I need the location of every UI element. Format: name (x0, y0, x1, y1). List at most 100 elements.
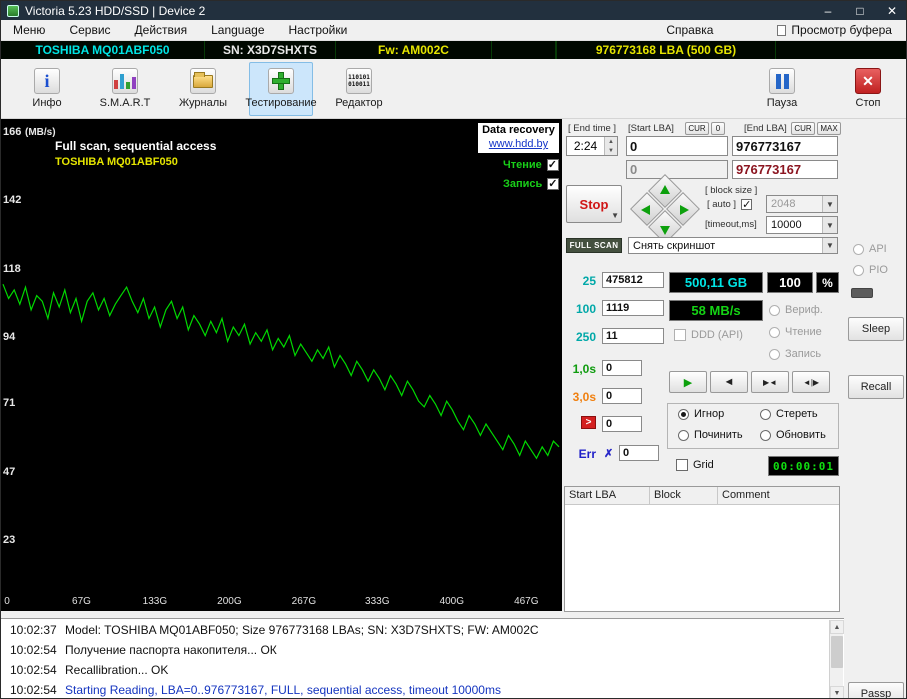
graph-title: Full scan, sequential access (55, 139, 217, 153)
col-comment[interactable]: Comment (718, 487, 839, 504)
main-area: (MB/s) 166 142 118 94 71 47 23 0 67G 133G 200G 267… (1, 119, 906, 698)
y-tick-label: 166 (3, 126, 22, 138)
info-button[interactable]: i Инфо (15, 62, 79, 116)
legend-read: Чтение (503, 158, 559, 171)
auto-block-checkbox[interactable] (741, 198, 753, 211)
editor-button[interactable]: 110101 010011 Редактор (327, 62, 391, 116)
defect-mode-group: Игнор Стереть Починить Обновить (667, 403, 839, 449)
defect-table: Start LBA Block Comment (564, 486, 840, 612)
dropdown-icon[interactable]: ▼ (822, 217, 837, 233)
start-lba-input[interactable]: 0 (626, 136, 728, 156)
close-button[interactable]: ✕ (876, 1, 906, 20)
stat-label-over: > (581, 416, 596, 429)
dropdown-icon[interactable]: ▼ (822, 238, 837, 253)
menu-buffer-label: Просмотр буфера (791, 23, 892, 37)
write-legend-checkbox[interactable] (547, 177, 560, 190)
timeout-combo[interactable]: 10000 ▼ (766, 216, 838, 234)
col-start-lba[interactable]: Start LBA (565, 487, 650, 504)
end-max-button[interactable]: MAX (817, 122, 841, 135)
menu-settings[interactable]: Настройки (277, 20, 360, 41)
scroll-up-icon[interactable]: ▲ (830, 620, 844, 634)
read-radio: Чтение (769, 326, 822, 338)
end-cur-button[interactable]: CUR (791, 122, 815, 135)
read-legend-checkbox[interactable] (546, 158, 559, 171)
start-cur-button[interactable]: CUR (685, 122, 709, 135)
menu-language[interactable]: Language (199, 20, 276, 41)
x-tick-label: 333G (365, 596, 390, 607)
pause-icon (769, 68, 795, 94)
menu-service[interactable]: Сервис (57, 20, 122, 41)
seek-together-button[interactable]: ▶◄ (751, 371, 789, 393)
stat-label-3s: 3,0s (572, 390, 596, 404)
write-radio: Запись (769, 348, 821, 360)
watermark-link[interactable]: www.hdd.by (478, 137, 559, 151)
auto-block-row: [ auto ] (707, 198, 753, 211)
speed-line (2, 283, 560, 460)
menu-buffer-view[interactable]: Просмотр буфера (765, 20, 904, 41)
rewind-button[interactable]: ◄ (710, 371, 748, 393)
log-scrollbar[interactable]: ▲ ▼ (829, 620, 844, 698)
testing-button[interactable]: Тестирование (245, 61, 317, 116)
scroll-thumb[interactable] (831, 636, 843, 668)
mode-erase-radio[interactable]: Стереть (760, 408, 818, 420)
stop-scan-button[interactable]: Stop ▼ (566, 185, 622, 223)
mode-repair-radio[interactable]: Починить (678, 429, 743, 441)
api-radio: API (853, 243, 887, 255)
stop-x-icon: ✕ (855, 68, 881, 94)
speed-plot (2, 283, 560, 460)
col-block[interactable]: Block (650, 487, 718, 504)
minimize-button[interactable]: – (812, 1, 844, 20)
screenshot-combo[interactable]: Снять скриншот ▼ (628, 237, 838, 254)
x-tick-label: 200G (217, 596, 242, 607)
device-firmware: Fw: AM002C (336, 41, 492, 59)
menu-main[interactable]: Меню (1, 20, 57, 41)
block-size-label: [ block size ] (705, 185, 758, 196)
log-row: 10:02:54 Получение паспорта накопителя..… (10, 643, 277, 657)
passp-button[interactable]: Passp (848, 682, 904, 698)
graph-subtitle: TOSHIBA MQ01ABF050 (55, 156, 178, 168)
x-axis: 0 67G 133G 200G 267G 333G 400G 467G (1, 596, 562, 610)
start-zero-button[interactable]: 0 (711, 122, 725, 135)
stat-value-1s: 0 (602, 360, 642, 376)
journals-button[interactable]: Журналы (171, 62, 235, 116)
err-x-icon: ✗ (604, 448, 614, 460)
stat-value-25: 475812 (602, 272, 664, 288)
mode-ignore-radio[interactable]: Игнор (678, 408, 724, 420)
stat-value-3s: 0 (602, 388, 642, 404)
mode-refresh-radio[interactable]: Обновить (760, 429, 826, 441)
block-size-combo: 2048 ▼ (766, 195, 838, 213)
sleep-button[interactable]: Sleep (848, 317, 904, 341)
pause-button[interactable]: Пауза (750, 62, 814, 116)
watermark: Data recovery www.hdd.by (478, 123, 559, 153)
titlebar: Victoria 5.23 HDD/SSD | Device 2 – □ ✕ (1, 1, 906, 20)
grid-checkbox[interactable]: Grid (676, 459, 714, 471)
stop-toolbar-button[interactable]: ✕ Стоп (836, 62, 900, 116)
seek-apart-button[interactable]: ◄|▶ (792, 371, 830, 393)
stop-dropdown-icon[interactable]: ▼ (611, 211, 619, 220)
menubar: Меню Сервис Действия Language Настройки … (1, 20, 906, 41)
spinner-arrows-icon[interactable]: ▲ ▼ (604, 137, 617, 155)
stat-value-100: 1119 (602, 300, 664, 316)
menu-actions[interactable]: Действия (123, 20, 200, 41)
end-time-spinner[interactable]: 2:24 ▲ ▼ (566, 136, 618, 156)
play-button[interactable]: ▶ (669, 371, 707, 393)
verify-radio: Вериф. (769, 304, 823, 316)
end-lba-input[interactable]: 976773167 (732, 136, 838, 156)
smart-button[interactable]: S.M.A.R.T (93, 62, 157, 116)
current-lba-field: 0 (626, 160, 728, 179)
y-tick-label: 118 (3, 262, 21, 275)
y-tick-label: 94 (3, 331, 16, 344)
stat-label-1s: 1,0s (572, 362, 596, 376)
maximize-button[interactable]: □ (844, 1, 876, 20)
speed-display: 58 MB/s (669, 300, 763, 321)
scroll-down-icon[interactable]: ▼ (830, 686, 844, 698)
stat-label-err: Err (578, 447, 596, 461)
device-serial: SN: X3D7SHXTS (205, 41, 336, 59)
app-icon (7, 4, 19, 17)
log-row: 10:02:37 Model: TOSHIBA MQ01ABF050; Size… (10, 623, 539, 637)
full-scan-button[interactable]: FULL SCAN (566, 238, 622, 253)
recall-button[interactable]: Recall (848, 375, 904, 399)
green-plus-icon (268, 68, 294, 94)
menu-help[interactable]: Справка (654, 20, 725, 41)
left-arrow-icon (641, 205, 650, 215)
